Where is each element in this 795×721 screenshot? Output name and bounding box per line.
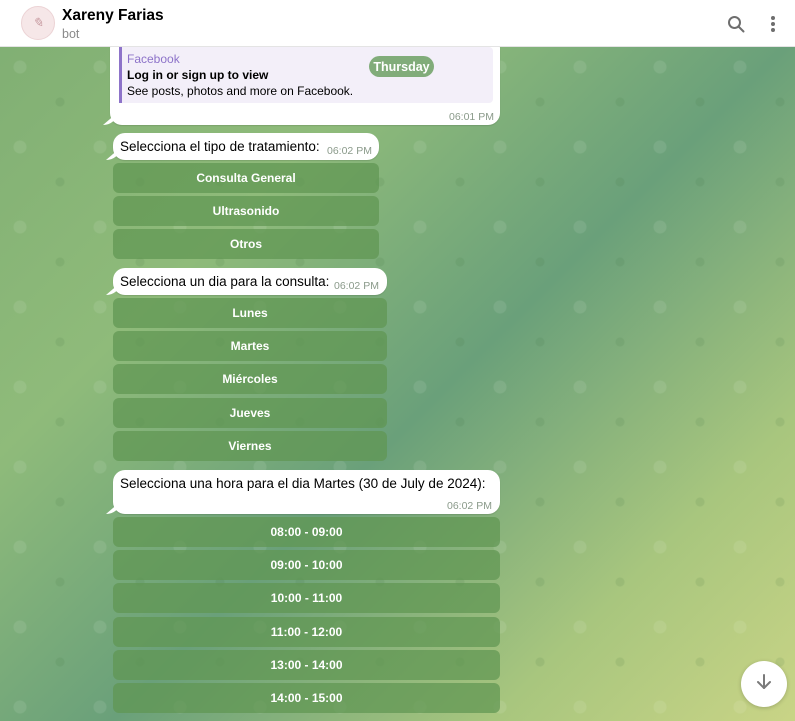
more-vert-icon[interactable]: [762, 13, 784, 35]
chat-title: Xareny Farias: [62, 7, 164, 24]
message-text: Selecciona el tipo de tratamiento:: [120, 139, 320, 154]
time-slot-button[interactable]: 09:00 - 10:00: [113, 550, 500, 580]
time-slot-button[interactable]: 14:00 - 15:00: [113, 683, 500, 713]
link-preview-description: See posts, photos and more on Facebook.: [127, 84, 354, 98]
link-preview-site: Facebook: [127, 52, 180, 66]
message-time: 06:02 PM: [447, 500, 492, 512]
avatar[interactable]: ✎: [21, 6, 55, 40]
time-slot-button[interactable]: 08:00 - 09:00: [113, 517, 500, 547]
link-preview-title: Log in or sign up to view: [127, 68, 269, 82]
link-preview[interactable]: Facebook Log in or sign up to view See p…: [119, 47, 493, 103]
option-button[interactable]: Consulta General: [113, 163, 379, 193]
treatment-message-bubble: Selecciona el tipo de tratamiento: 06:02…: [113, 133, 379, 160]
logo-avatar-icon: ✎: [32, 15, 44, 31]
option-button[interactable]: Otros: [113, 229, 379, 259]
option-button[interactable]: Lunes: [113, 298, 387, 328]
time-slot-button[interactable]: 11:00 - 12:00: [113, 617, 500, 647]
message-text: Selecciona una hora para el dia Martes (…: [120, 476, 486, 491]
hour-message-bubble: Selecciona una hora para el dia Martes (…: [113, 470, 500, 514]
time-slot-button[interactable]: 10:00 - 11:00: [113, 583, 500, 613]
day-message-bubble: Selecciona un dia para la consulta: 06:0…: [113, 268, 387, 295]
time-slot-button[interactable]: 13:00 - 14:00: [113, 650, 500, 680]
date-pill: Thursday: [369, 56, 434, 77]
message-time: 06:02 PM: [334, 280, 379, 292]
option-button[interactable]: Viernes: [113, 431, 387, 461]
message-time: 06:01 PM: [449, 111, 494, 123]
scroll-down-button[interactable]: [741, 661, 787, 707]
arrow-down-icon: [754, 672, 774, 697]
option-button[interactable]: Jueves: [113, 398, 387, 428]
chat-header: ✎ Xareny Farias bot: [0, 0, 795, 47]
message-time: 06:02 PM: [327, 145, 372, 157]
message-text: Selecciona un dia para la consulta:: [120, 274, 330, 289]
option-button[interactable]: Martes: [113, 331, 387, 361]
search-icon[interactable]: [725, 13, 747, 35]
chat-title-block[interactable]: Xareny Farias bot: [62, 7, 164, 41]
chat-subtitle: bot: [62, 27, 80, 41]
link-message-bubble: Facebook Log in or sign up to view See p…: [110, 36, 500, 125]
option-button[interactable]: Ultrasonido: [113, 196, 379, 226]
option-button[interactable]: Miércoles: [113, 364, 387, 394]
